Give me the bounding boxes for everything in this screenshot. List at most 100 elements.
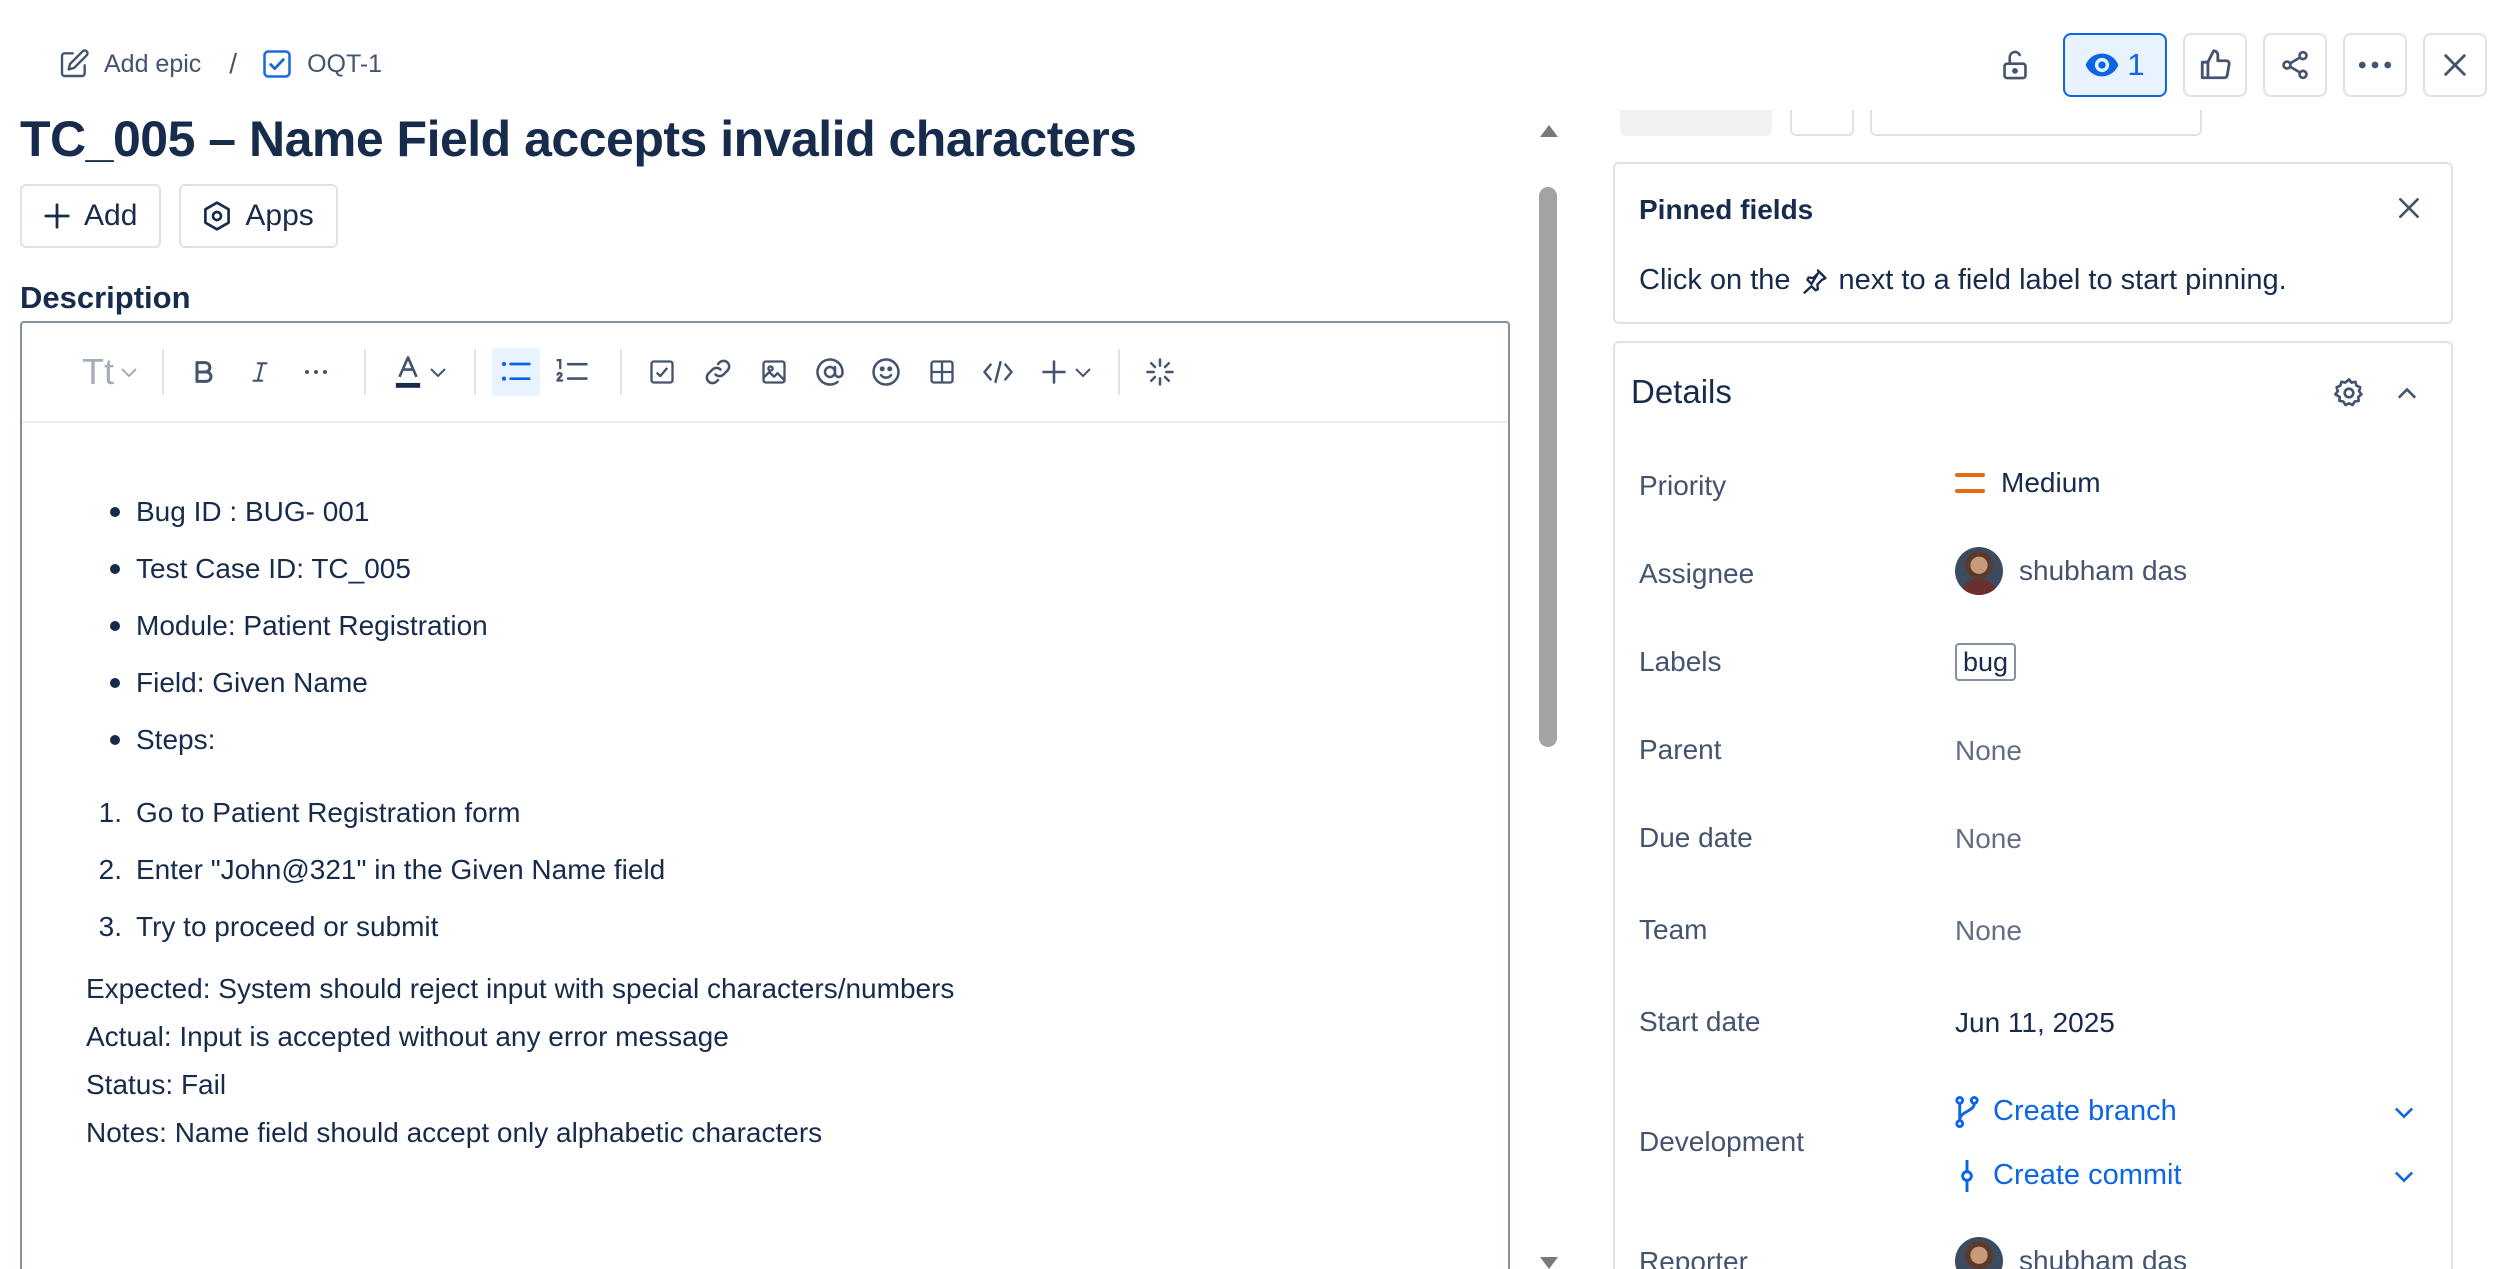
bold-icon: [190, 357, 218, 387]
add-epic-link[interactable]: Add epic: [56, 46, 201, 82]
gear-icon: [2333, 377, 2365, 409]
task-checkbox-icon: [259, 46, 295, 82]
toolbar-divider: [620, 349, 622, 395]
priority-medium-icon: [1955, 473, 1985, 493]
numbered-list-button[interactable]: [548, 348, 596, 396]
add-button[interactable]: Add: [20, 184, 162, 248]
code-snippet-button[interactable]: [974, 348, 1022, 396]
table-icon: [928, 358, 956, 386]
bold-button[interactable]: [180, 348, 228, 396]
development-label: Development: [1639, 1126, 1804, 1157]
image-button[interactable]: [750, 348, 798, 396]
main-scrollbar[interactable]: [1536, 125, 1562, 1269]
close-issue-button[interactable]: [2423, 33, 2487, 97]
start-date-value[interactable]: Jun 11, 2025: [1955, 1007, 2115, 1039]
configure-fields-button[interactable]: [2329, 373, 2369, 413]
more-horizontal-icon: [2358, 60, 2392, 70]
scroll-down-arrow[interactable]: [1540, 1257, 1558, 1269]
priority-field[interactable]: Medium: [1955, 467, 2101, 499]
bullet-list-button[interactable]: [492, 348, 540, 396]
vote-button[interactable]: [2183, 33, 2247, 97]
parent-value[interactable]: None: [1955, 735, 2022, 767]
label-tag[interactable]: bug: [1955, 643, 2017, 681]
emoji-button[interactable]: [862, 348, 910, 396]
more-actions-button[interactable]: [2343, 33, 2407, 97]
step-number: 2.: [98, 853, 122, 885]
apps-hexagon-icon: [201, 200, 233, 232]
pinned-fields-title: Pinned fields: [1639, 194, 1814, 225]
collapse-details-button[interactable]: [2387, 373, 2427, 413]
watch-button[interactable]: 1: [2063, 33, 2167, 97]
priority-label: Priority: [1639, 470, 1727, 501]
plus-icon: [42, 201, 72, 231]
restrictions-button[interactable]: [1983, 33, 2047, 97]
pinned-fields-panel: Pinned fields Click on the next to a fie…: [1613, 162, 2453, 324]
editor-content[interactable]: Bug ID : BUG- 001 Test Case ID: TC_005 M…: [22, 423, 1508, 1157]
scroll-up-arrow[interactable]: [1540, 125, 1558, 137]
issue-key-link[interactable]: OQT-1: [259, 46, 382, 82]
due-date-value[interactable]: None: [1955, 823, 2022, 855]
labels-field[interactable]: bug: [1955, 643, 2017, 681]
text-color-button[interactable]: [382, 348, 458, 396]
more-formatting-button[interactable]: [292, 348, 340, 396]
icon-button-partial[interactable]: [1790, 110, 1854, 136]
chevron-down-icon: [120, 366, 138, 378]
steps-list: 1. Go to Patient Registration form 2. Ente…: [86, 784, 1508, 955]
list-item: 3. Try to proceed or submit: [86, 898, 1508, 955]
create-branch-link[interactable]: Create branch: [1955, 1095, 2415, 1128]
reporter-field[interactable]: shubham das: [1955, 1237, 2187, 1269]
scroll-thumb[interactable]: [1539, 187, 1557, 747]
create-commit-link[interactable]: Create commit: [1955, 1159, 2415, 1192]
reporter-label: Reporter: [1639, 1246, 1748, 1269]
issue-actions: 1: [1983, 33, 2487, 97]
start-date-label: Start date: [1639, 1006, 1761, 1037]
italic-button[interactable]: [236, 348, 284, 396]
italic-icon: [247, 357, 273, 387]
more-horizontal-icon: [303, 369, 329, 375]
team-value[interactable]: None: [1955, 915, 2022, 947]
parent-label: Parent: [1639, 734, 1722, 765]
ai-assist-button[interactable]: [1136, 348, 1184, 396]
step-number: 1.: [98, 796, 122, 828]
pinned-close-button[interactable]: [2389, 188, 2429, 228]
share-icon: [2279, 49, 2311, 81]
insert-more-button[interactable]: [1030, 348, 1102, 396]
improve-button-partial[interactable]: [1870, 110, 2202, 136]
sparkle-loader-icon: [1145, 357, 1175, 387]
text-color-icon: [393, 355, 423, 389]
priority-value: Medium: [2001, 467, 2101, 498]
thumbs-up-icon: [2198, 48, 2232, 82]
assignee-label: Assignee: [1639, 558, 1755, 589]
status-button-partial[interactable]: [1620, 110, 1772, 136]
details-title[interactable]: Details: [1631, 373, 1732, 411]
avatar: [1955, 1237, 2003, 1269]
link-button[interactable]: [694, 348, 742, 396]
link-icon: [703, 357, 733, 387]
share-button[interactable]: [2263, 33, 2327, 97]
editor-toolbar: Tt: [22, 323, 1508, 423]
issue-action-row: Add Apps: [20, 184, 338, 248]
mention-button[interactable]: [806, 348, 854, 396]
step-number: 3.: [98, 910, 122, 942]
description-editor[interactable]: Tt Bug ID: BUG- 001 Test Case ID: TC_00…: [20, 321, 1510, 1269]
close-icon: [2441, 51, 2469, 79]
breadcrumb: Add epic / OQT-1: [56, 44, 382, 84]
assignee-field[interactable]: shubham das: [1955, 547, 2187, 595]
branch-icon: [1955, 1095, 1979, 1128]
action-item-button[interactable]: [638, 348, 686, 396]
step-text: Go to Patient Registration form: [136, 796, 521, 828]
pinned-fields-hint: Click on the next to a field label to st…: [1639, 264, 2287, 297]
at-sign-icon: [815, 357, 845, 387]
status-line: Status: Fail: [86, 1069, 227, 1100]
chevron-down-icon: [2393, 1105, 2415, 1119]
chevron-up-icon: [2396, 386, 2418, 400]
issue-title[interactable]: TC_005 – Name Field accepts invalid char…: [20, 110, 1137, 168]
image-icon: [760, 358, 788, 386]
apps-button[interactable]: Apps: [179, 184, 338, 248]
toolbar-divider: [162, 349, 164, 395]
breadcrumb-separator: /: [229, 48, 238, 79]
reporter-value: shubham das: [2019, 1245, 2188, 1269]
text-style-dropdown[interactable]: Tt: [74, 348, 146, 396]
plus-icon: [1040, 358, 1068, 386]
table-button[interactable]: [918, 348, 966, 396]
